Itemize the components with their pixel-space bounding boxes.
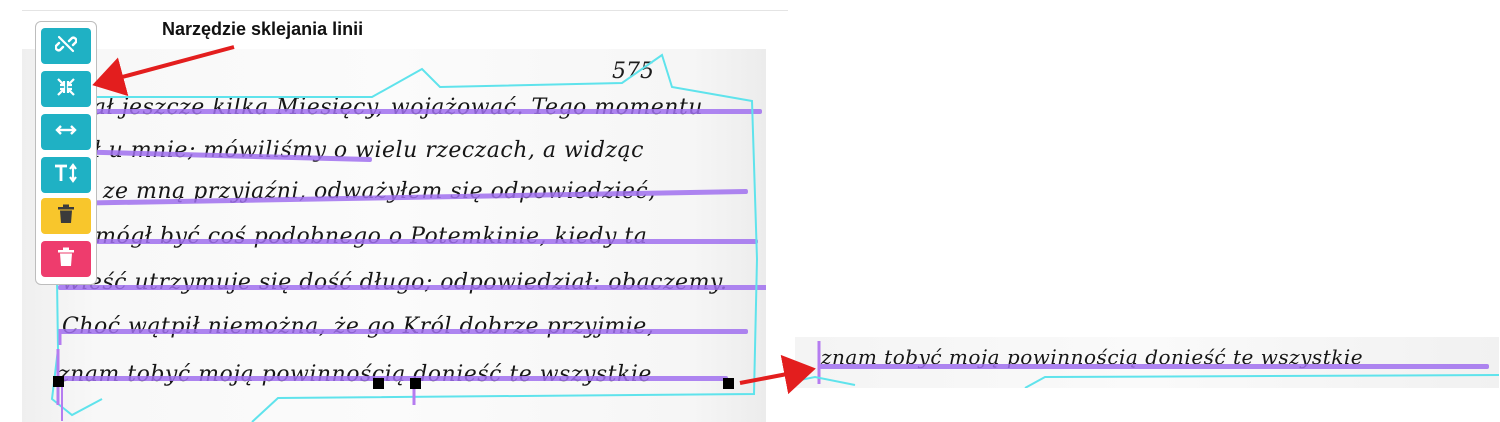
unlink-button[interactable] — [41, 28, 91, 64]
manuscript-image[interactable]: 575 miał jeszcze kilka Miesięcy, wojażow… — [22, 49, 766, 422]
merged-line-preview: znam tobyć moją powinnością donieść te w… — [795, 337, 1499, 388]
region-overlay — [50, 53, 759, 422]
tool-palette — [35, 21, 97, 285]
region-outline-left — [795, 375, 856, 386]
line-handle-end[interactable] — [723, 378, 734, 389]
manuscript-panel: 575 miał jeszcze kilka Miesięcy, wojażow… — [22, 10, 788, 422]
text-height-button[interactable] — [41, 157, 91, 193]
line-handle-start[interactable] — [53, 376, 64, 387]
split-horizontal-icon — [55, 119, 77, 146]
delete-line-button[interactable] — [41, 198, 91, 234]
trash-icon — [57, 247, 75, 272]
region-outline — [62, 53, 759, 422]
unlink-icon — [54, 33, 78, 60]
callout-label: Narzędzie sklejania linii — [162, 19, 364, 39]
merge-lines-icon — [55, 76, 77, 103]
merge-lines-button[interactable] — [41, 71, 91, 107]
detail-overlay — [795, 341, 1499, 388]
text-height-icon — [53, 162, 79, 189]
region-outline — [1024, 374, 1499, 388]
line-handle[interactable] — [373, 378, 384, 389]
trash-icon — [57, 204, 75, 229]
line-handle[interactable] — [410, 378, 421, 389]
delete-region-button[interactable] — [41, 241, 91, 277]
extend-line-button[interactable] — [41, 114, 91, 150]
